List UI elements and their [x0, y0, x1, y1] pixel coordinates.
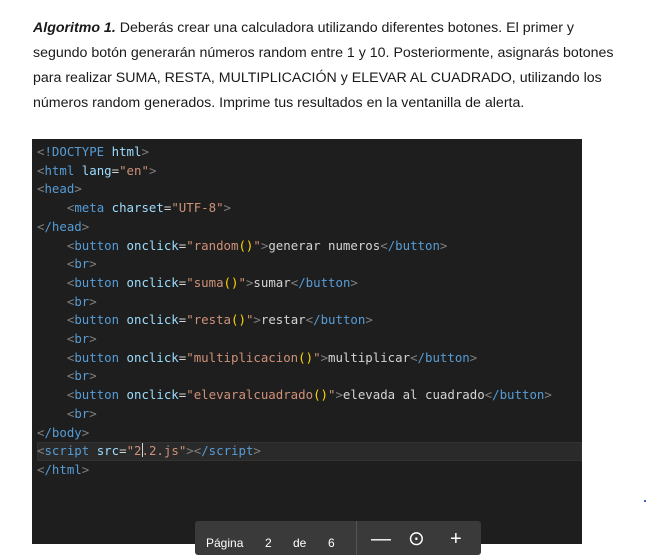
code-line-br: <br>	[66, 368, 97, 384]
of-label: de	[293, 536, 307, 550]
paragraph-line-1: Algoritmo 1. Deberás crear una calculado…	[33, 20, 574, 36]
code-line-doctype: <!DOCTYPE html>	[37, 144, 149, 159]
code-line-button-resta: <button onclick="resta()">restar</button…	[66, 312, 373, 328]
page-number[interactable]: 2	[265, 536, 272, 550]
zoom-in-button[interactable]: +	[450, 529, 462, 549]
code-line-html-close: </html>	[37, 461, 90, 477]
code-line-button-random: <button onclick="random()">generar numer…	[66, 237, 448, 253]
code-line-head-open: <head>	[37, 181, 82, 197]
code-line-script: <script src="2.2.js"></script>	[37, 442, 582, 461]
code-screenshot: <!DOCTYPE html> <html lang="en"> <head> <m…	[32, 139, 582, 544]
toolbar-divider	[356, 521, 357, 555]
page-label: Página	[206, 536, 244, 550]
code-block: <!DOCTYPE html> <html lang="en"> <head> <m…	[32, 139, 582, 480]
algorithm-heading: Algoritmo 1.	[33, 20, 116, 36]
code-line-br: <br>	[66, 405, 97, 421]
code-line-br: <br>	[66, 331, 97, 347]
code-line-body-close: </body>	[37, 424, 90, 440]
zoom-reset-icon[interactable]: ⊙	[408, 529, 425, 549]
code-line-button-elevar: <button onclick="elevaralcuadrado()">ele…	[66, 387, 552, 403]
code-line-button-multiplicacion: <button onclick="multiplicacion()">multi…	[66, 349, 478, 365]
code-line-button-suma: <button onclick="suma()">sumar</button>	[66, 274, 358, 290]
paragraph-line-4: números random generados. Imprime tus re…	[33, 95, 525, 111]
page-total: 6	[328, 536, 335, 550]
margin-mark	[644, 500, 646, 502]
instruction-paragraph: Algoritmo 1. Deberás crear una calculado…	[33, 16, 623, 116]
paragraph-line-2: segundo botón generarán números random e…	[33, 45, 614, 61]
code-line-br: <br>	[66, 293, 97, 309]
page-navigation-toolbar: Página 2 de 6 — ⊙ +	[195, 521, 481, 555]
code-line-head-close: </head>	[37, 218, 90, 234]
zoom-out-button[interactable]: —	[371, 529, 391, 549]
paragraph-line-3: para realizar SUMA, RESTA, MULTIPLICACIÓ…	[33, 70, 602, 86]
code-line-html-open: <html lang="en">	[37, 162, 157, 178]
code-line-meta: <meta charset="UTF-8">	[66, 200, 231, 216]
code-line-br: <br>	[66, 256, 97, 272]
